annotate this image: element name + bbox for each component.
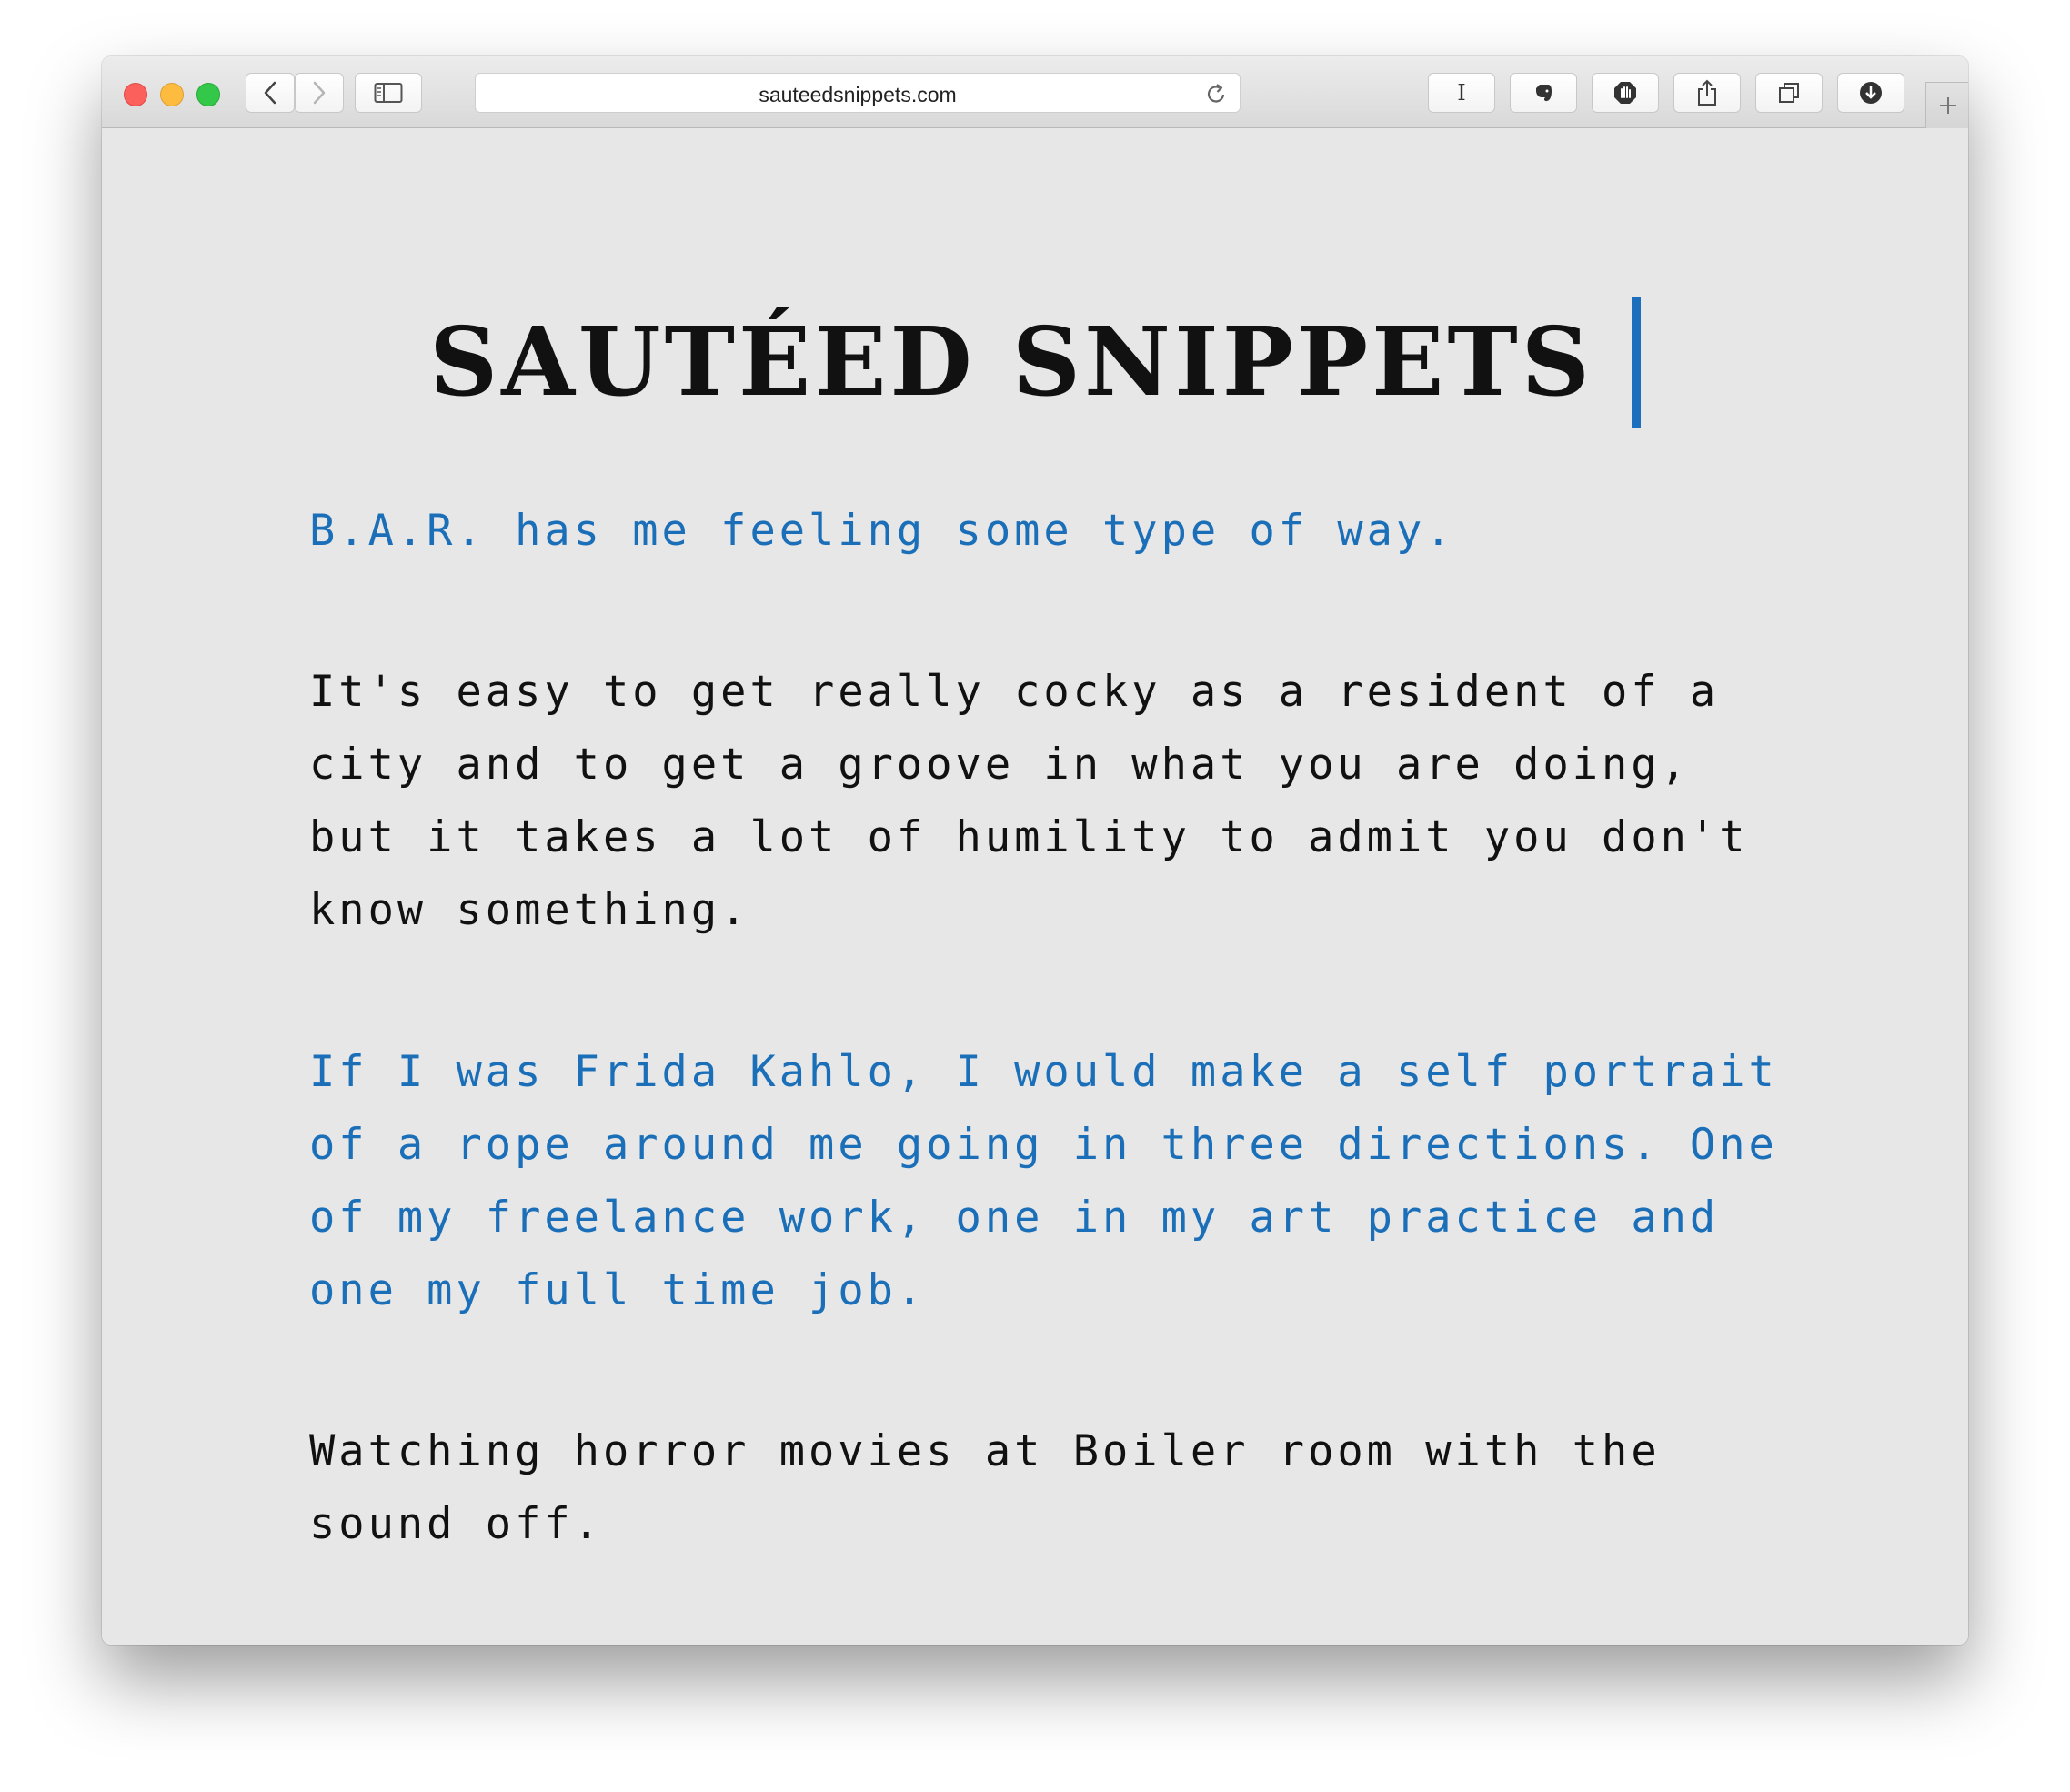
adblock-button[interactable] [1592,73,1659,113]
reload-icon[interactable] [1203,81,1229,106]
new-tab-button[interactable] [1925,82,1968,128]
address-bar[interactable]: sauteedsnippets.com [475,73,1241,113]
browser-toolbar: sauteedsnippets.com I [102,56,1968,128]
back-icon [264,81,276,105]
forward-button[interactable] [295,73,344,113]
downloads-button[interactable] [1837,73,1904,113]
reader-button[interactable]: I [1428,73,1495,113]
post-1[interactable]: B.A.R. has me feeling some type of way. [309,495,1801,568]
post-2[interactable]: It's easy to get really cocky as a resid… [309,656,1801,947]
sidebar-icon [374,83,403,103]
share-button[interactable] [1673,73,1741,113]
tabs-button[interactable] [1755,73,1823,113]
browser-window: sauteedsnippets.com I SAUTÉED SNIPPETS B [102,56,1968,1645]
plus-icon [1939,97,1956,114]
tabs-icon [1779,83,1799,103]
adblock-icon [1614,82,1636,104]
page-content: SAUTÉED SNIPPETS B.A.R. has me feeling s… [102,128,1968,1645]
back-button[interactable] [246,73,295,113]
url-text[interactable]: sauteedsnippets.com [476,83,1240,107]
site-header: SAUTÉED SNIPPETS [102,297,1968,428]
close-window-button[interactable] [124,83,147,106]
evernote-icon [1536,85,1552,102]
share-icon [1698,79,1716,106]
evernote-button[interactable] [1510,73,1577,113]
forward-icon [313,81,326,105]
download-icon [1860,82,1882,104]
sidebar-button[interactable] [355,73,422,113]
minimize-window-button[interactable] [160,83,184,106]
post-4[interactable]: Watching horror movies at Boiler room wi… [309,1415,1801,1561]
text-cursor [1631,297,1641,428]
zoom-window-button[interactable] [196,83,220,106]
reader-icon: I [1457,80,1466,106]
site-title[interactable]: SAUTÉED SNIPPETS [429,315,1593,409]
post-3[interactable]: If I was Frida Kahlo, I would make a sel… [309,1036,1801,1327]
